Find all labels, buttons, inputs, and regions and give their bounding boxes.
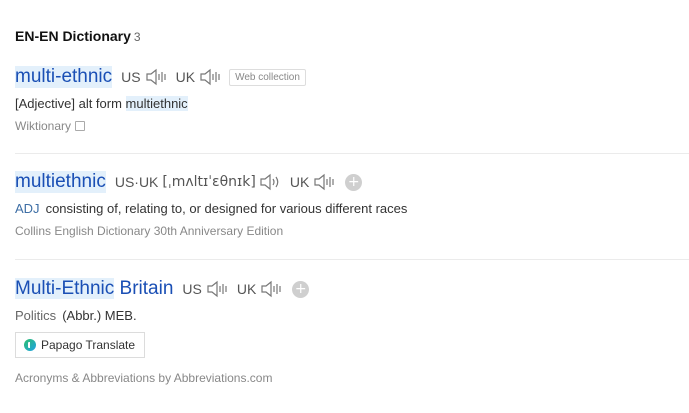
entry-headline: multiethnic US·UK [ˌmʌltɪˈɛθnɪk] UK + xyxy=(15,169,689,195)
entry-multiethnic: multiethnic US·UK [ˌmʌltɪˈɛθnɪk] UK + AD… xyxy=(15,169,689,238)
uk-label: UK xyxy=(175,69,196,85)
entry-headline: multi-ethnic US UK Web collection xyxy=(15,64,689,90)
source-link[interactable]: Collins English Dictionary 30th Annivers… xyxy=(15,224,283,238)
subject-label: Politics xyxy=(15,308,57,323)
papago-logo-icon xyxy=(24,339,36,351)
definition-text: consisting of, relating to, or designed … xyxy=(45,201,408,216)
headword-highlight: Multi-Ethnic xyxy=(15,278,115,299)
us-label: US xyxy=(121,69,141,85)
definition: ADJ consisting of, relating to, or design… xyxy=(15,201,689,216)
entry-multi-ethnic-britain: Multi-Ethnic Britain US UK + Politics (Ab… xyxy=(15,276,689,385)
speaker-icon[interactable] xyxy=(145,68,167,86)
source-line: Collins English Dictionary 30th Annivers… xyxy=(15,224,689,238)
entry-multi-ethnic: multi-ethnic US UK Web collection [Adjec… xyxy=(15,64,689,133)
part-of-speech: ADJ xyxy=(15,201,40,216)
speaker-icon[interactable] xyxy=(206,280,228,298)
uk-label: UK xyxy=(236,281,257,297)
us-uk-label: US·UK xyxy=(114,174,159,190)
papago-translate-button[interactable]: Papago Translate xyxy=(15,332,146,358)
result-count: 3 xyxy=(133,30,141,44)
definition-text: [Adjective] alt form xyxy=(15,96,126,111)
external-link-icon[interactable] xyxy=(75,121,86,131)
pronunciation: [ˌmʌltɪˈɛθnɪk] xyxy=(162,174,256,190)
speaker-icon[interactable] xyxy=(199,68,221,86)
definition-link[interactable]: multiethnic xyxy=(125,96,188,111)
entry-headline: Multi-Ethnic Britain US UK + xyxy=(15,276,689,302)
definition: [Adjective] alt form multiethnic xyxy=(15,96,689,111)
add-to-wordbook-icon[interactable]: + xyxy=(345,173,363,191)
definition-text: (Abbr.) MEB. xyxy=(62,308,137,323)
headword-rest: Britain xyxy=(114,278,174,299)
source-link[interactable]: Acronyms & Abbreviations by Abbreviation… xyxy=(15,371,272,385)
dictionary-header: EN-EN Dictionary 3 xyxy=(15,28,141,44)
headword-link[interactable]: multiethnic xyxy=(15,171,106,193)
web-collection-tag: Web collection xyxy=(229,68,306,86)
us-label: US xyxy=(182,281,202,297)
divider xyxy=(15,259,689,260)
headword-link[interactable]: Multi-Ethnic Britain xyxy=(15,278,173,300)
dictionary-title: EN-EN Dictionary xyxy=(15,28,131,44)
papago-label: Papago Translate xyxy=(41,338,136,352)
speaker-icon[interactable] xyxy=(313,173,335,191)
speaker-icon[interactable] xyxy=(259,173,281,191)
uk-label: UK xyxy=(289,174,310,190)
add-to-wordbook-icon[interactable]: + xyxy=(292,280,310,298)
speaker-icon[interactable] xyxy=(260,280,282,298)
definition: Politics (Abbr.) MEB. xyxy=(15,308,689,323)
divider xyxy=(15,153,689,154)
source-line: Acronyms & Abbreviations by Abbreviation… xyxy=(15,371,689,385)
source-line: Wiktionary xyxy=(15,119,689,133)
headword-link[interactable]: multi-ethnic xyxy=(15,66,113,88)
source-link[interactable]: Wiktionary xyxy=(15,119,71,133)
